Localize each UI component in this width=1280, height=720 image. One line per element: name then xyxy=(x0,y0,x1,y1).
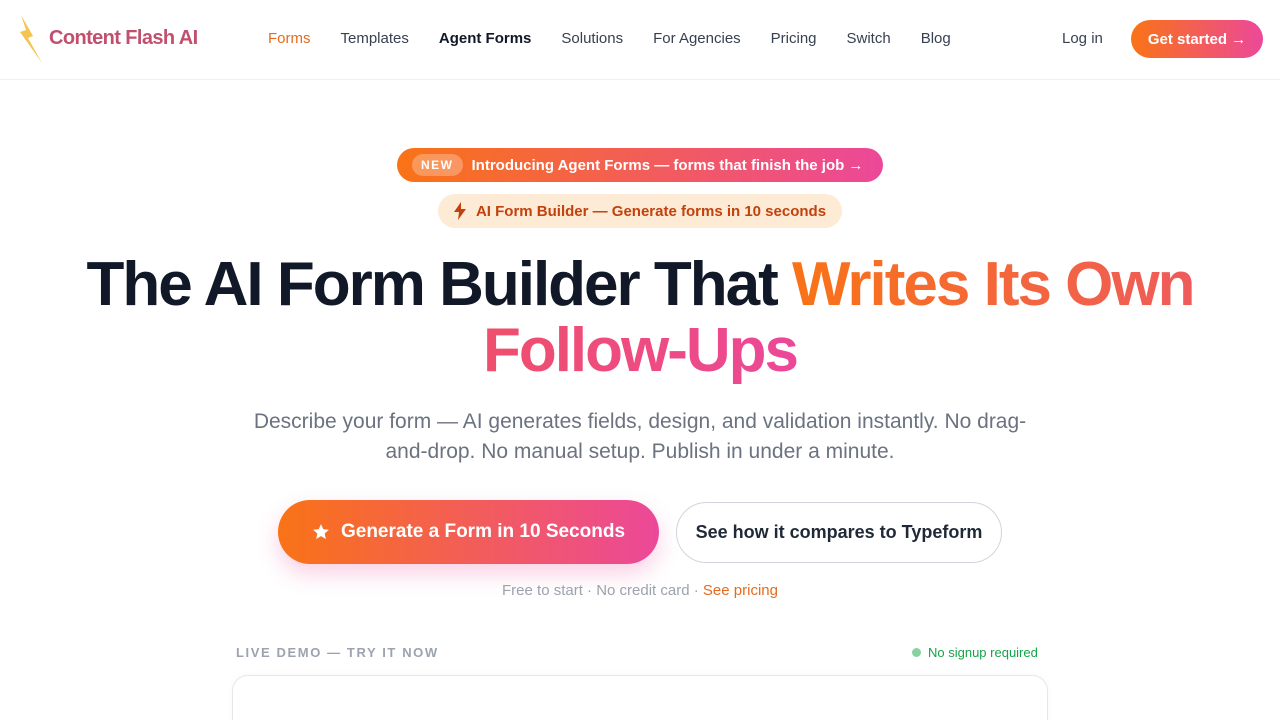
lightning-bolt-logo-icon xyxy=(20,15,42,63)
generate-form-label: Generate a Form in 10 Seconds xyxy=(340,521,626,542)
nav-link-switch[interactable]: Switch xyxy=(847,28,891,50)
nav-link-pricing[interactable]: Pricing xyxy=(771,28,817,50)
demo-status: No signup required xyxy=(912,645,1038,660)
nav-link-forms[interactable]: Forms xyxy=(268,28,311,50)
generate-form-button[interactable]: Generate a Form in 10 Seconds xyxy=(278,500,659,564)
feature-badge: AI Form Builder — Generate forms in 10 s… xyxy=(438,194,842,228)
nav-link-for-agencies[interactable]: For Agencies xyxy=(653,28,741,50)
headline-plain: The AI Form Builder That xyxy=(86,250,778,319)
brand-logo[interactable]: Content Flash AI xyxy=(18,14,198,66)
star-icon xyxy=(313,524,329,539)
login-link[interactable]: Log in xyxy=(1062,28,1103,50)
headline-accent-1: Writes Its Own xyxy=(792,250,1195,319)
feature-badge-text: AI Form Builder — Generate forms in 10 s… xyxy=(475,202,827,220)
announcement-pill[interactable]: NEW Introducing Agent Forms — forms that… xyxy=(397,148,883,182)
nav-link-agent-forms[interactable]: Agent Forms xyxy=(439,28,532,50)
get-started-button[interactable]: Get started → xyxy=(1131,20,1263,58)
fine-print-text: Free to start · No credit card · xyxy=(502,582,699,599)
status-dot-icon xyxy=(912,648,921,657)
nav-links: Forms Templates Agent Forms Solutions Fo… xyxy=(268,28,981,50)
lightning-icon xyxy=(453,202,466,220)
top-nav: Content Flash AI Forms Templates Agent F… xyxy=(0,0,1280,80)
see-pricing-link[interactable]: See pricing xyxy=(703,582,778,599)
hero-headline: The AI Form Builder That Writes Its Own … xyxy=(0,252,1280,384)
nav-link-templates[interactable]: Templates xyxy=(341,28,409,50)
brand-name: Content Flash AI xyxy=(49,27,198,49)
demo-status-text: No signup required xyxy=(928,645,1038,660)
demo-label: LIVE DEMO — TRY IT NOW xyxy=(236,645,439,660)
new-badge: NEW xyxy=(412,154,463,176)
headline-accent-2: Follow-Ups xyxy=(482,316,799,385)
nav-link-blog[interactable]: Blog xyxy=(921,28,951,50)
nav-link-solutions[interactable]: Solutions xyxy=(561,28,623,50)
demo-card[interactable] xyxy=(232,675,1048,720)
announcement-text: Introducing Agent Forms — forms that fin… xyxy=(471,156,864,174)
hero-subtitle: Describe your form — AI generates fields… xyxy=(253,410,1027,463)
fine-print: Free to start · No credit card · See pri… xyxy=(0,581,1280,601)
compare-typeform-button[interactable]: See how it compares to Typeform xyxy=(676,502,1002,563)
